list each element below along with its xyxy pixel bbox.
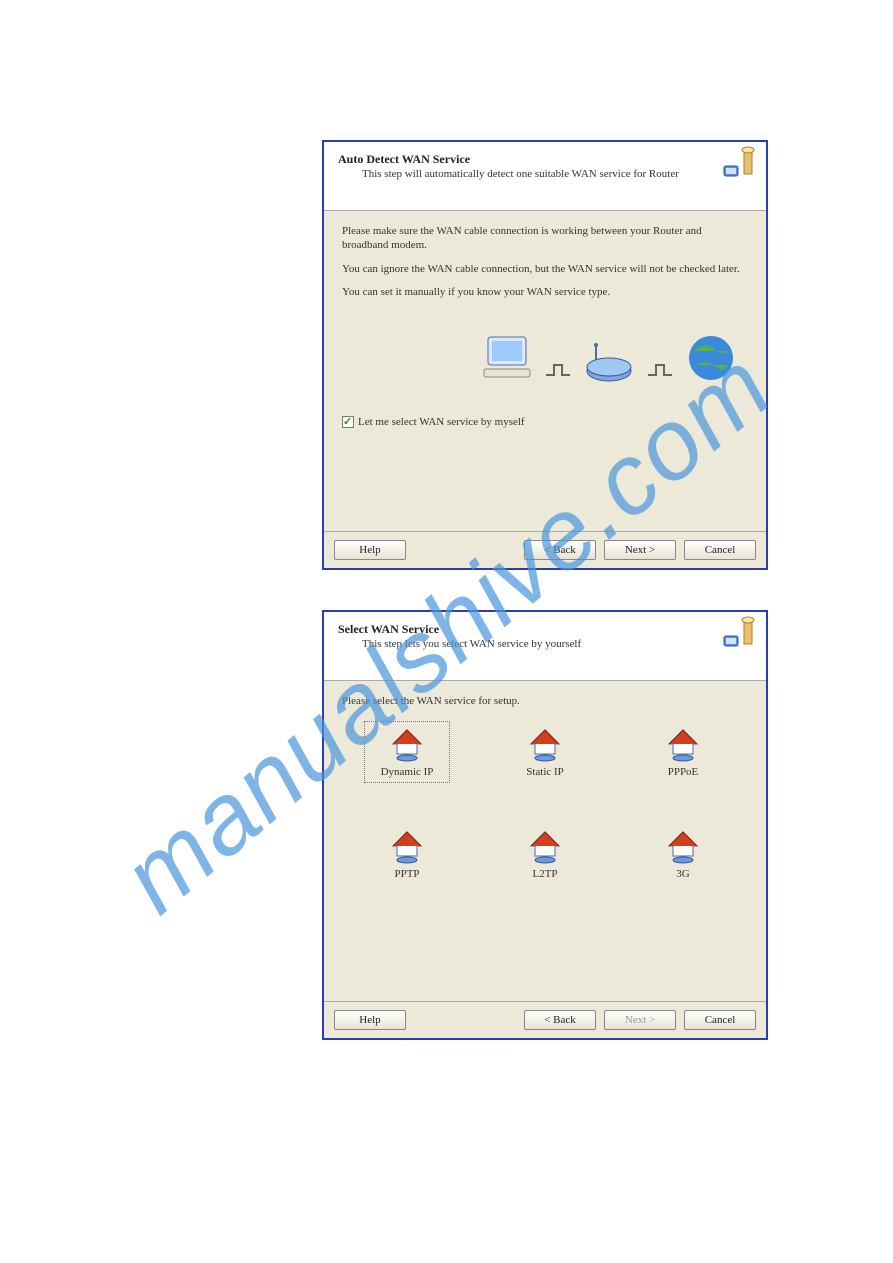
service-icon-grid: Dynamic IP Static IP P: [364, 721, 726, 925]
manual-select-label: Let me select WAN service by myself: [358, 416, 525, 428]
back-button[interactable]: < Back: [524, 1010, 596, 1030]
connector-icon: [546, 345, 570, 385]
house-icon: [389, 726, 425, 762]
service-3g[interactable]: 3G: [640, 823, 726, 885]
cancel-button[interactable]: Cancel: [684, 540, 756, 560]
body-text-2: You can ignore the WAN cable connection,…: [342, 263, 748, 277]
service-label: PPPoE: [643, 766, 723, 778]
manual-select-checkbox-row[interactable]: Let me select WAN service by myself: [342, 416, 525, 428]
dialog-title: Select WAN Service: [338, 622, 752, 637]
house-icon: [665, 828, 701, 864]
house-icon: [527, 726, 563, 762]
service-label: PPTP: [367, 868, 447, 880]
dialog-subtitle: This step lets you select WAN service by…: [362, 638, 752, 650]
wizard-header-icon: [718, 146, 758, 186]
service-label: Dynamic IP: [367, 766, 447, 778]
dialog-body: Please select the WAN service for setup.…: [324, 681, 766, 975]
manual-select-checkbox[interactable]: [342, 416, 354, 428]
service-pptp[interactable]: PPTP: [364, 823, 450, 885]
dialog-footer: Help < Back Next > Cancel: [324, 531, 766, 568]
service-label: 3G: [643, 868, 723, 880]
cancel-button[interactable]: Cancel: [684, 1010, 756, 1030]
service-label: L2TP: [505, 868, 585, 880]
help-button[interactable]: Help: [334, 1010, 406, 1030]
wizard-header-icon: [718, 616, 758, 656]
computer-icon: [480, 331, 534, 385]
body-text-1: Please make sure the WAN cable connectio…: [342, 225, 748, 253]
connection-diagram: [480, 331, 738, 385]
dialog-header: Select WAN Service This step lets you se…: [324, 612, 766, 681]
service-static-ip[interactable]: Static IP: [502, 721, 588, 783]
service-pppoe[interactable]: PPPoE: [640, 721, 726, 783]
select-wan-service-dialog: Select WAN Service This step lets you se…: [322, 610, 768, 1040]
service-l2tp[interactable]: L2TP: [502, 823, 588, 885]
service-label: Static IP: [505, 766, 585, 778]
dialog-title: Auto Detect WAN Service: [338, 152, 752, 167]
house-icon: [527, 828, 563, 864]
house-icon: [389, 828, 425, 864]
auto-detect-wan-dialog: Auto Detect WAN Service This step will a…: [322, 140, 768, 570]
select-prompt: Please select the WAN service for setup.: [342, 695, 748, 709]
house-icon: [665, 726, 701, 762]
globe-icon: [684, 331, 738, 385]
dialog-header: Auto Detect WAN Service This step will a…: [324, 142, 766, 211]
connector-icon: [648, 345, 672, 385]
help-button[interactable]: Help: [334, 540, 406, 560]
next-button[interactable]: Next >: [604, 1010, 676, 1030]
dialog-footer: Help < Back Next > Cancel: [324, 1001, 766, 1038]
dialog-body: Please make sure the WAN cable connectio…: [324, 211, 766, 505]
dialog-subtitle: This step will automatically detect one …: [362, 168, 752, 180]
service-dynamic-ip[interactable]: Dynamic IP: [364, 721, 450, 783]
body-text-3: You can set it manually if you know your…: [342, 286, 748, 300]
router-icon: [582, 341, 636, 385]
next-button[interactable]: Next >: [604, 540, 676, 560]
back-button[interactable]: < Back: [524, 540, 596, 560]
